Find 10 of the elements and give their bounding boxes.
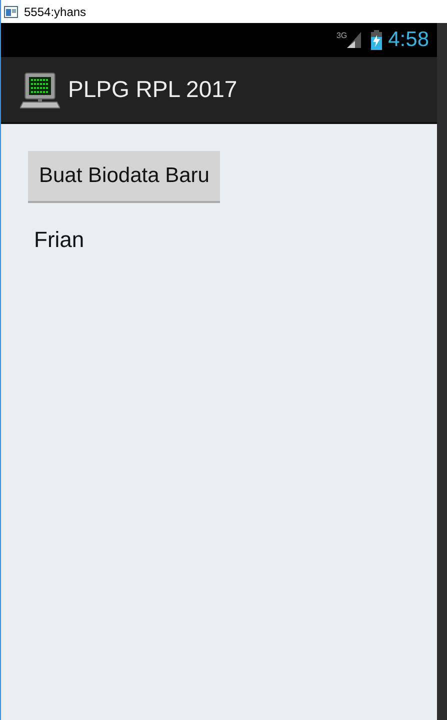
app-title: PLPG RPL 2017 — [68, 76, 238, 103]
clock: 4:58 — [388, 28, 429, 52]
new-biodata-button[interactable]: Buat Biodata Baru — [28, 151, 220, 203]
battery-icon — [371, 30, 382, 50]
network-type: 3G — [336, 31, 348, 40]
computer-icon — [20, 70, 60, 108]
signal-icon — [347, 32, 362, 48]
window-title: 5554:yhans — [24, 4, 86, 18]
app-icon — [4, 6, 18, 18]
list-item[interactable]: Frian — [34, 227, 84, 253]
